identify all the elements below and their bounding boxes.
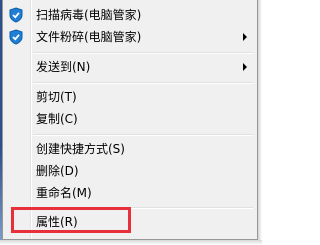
- menu-item-delete[interactable]: 删除(D): [5, 160, 255, 182]
- menu-item-label: 删除(D): [36, 164, 79, 178]
- menu-item-scan-virus[interactable]: 扫描病毒(电脑管家): [5, 4, 255, 26]
- shield-icon: [8, 7, 24, 23]
- menu-separator: [33, 134, 253, 136]
- menu-item-cut[interactable]: 剪切(T): [5, 86, 255, 108]
- menu-separator: [33, 52, 253, 54]
- submenu-arrow-icon: [243, 33, 247, 41]
- menu-item-create-shortcut[interactable]: 创建快捷方式(S): [5, 138, 255, 160]
- menu-item-send-to[interactable]: 发送到(N): [5, 56, 255, 78]
- properties-highlight-box: [11, 207, 131, 233]
- menu-item-label: 扫描病毒(电脑管家): [36, 8, 142, 22]
- menu-item-copy[interactable]: 复制(C): [5, 108, 255, 130]
- menu-item-file-shred[interactable]: 文件粉碎(电脑管家): [5, 26, 255, 48]
- context-menu: 扫描病毒(电脑管家) 文件粉碎(电脑管家) 发送到(N) 剪切(T) 复制(C)…: [2, 0, 258, 240]
- menu-item-label: 剪切(T): [36, 90, 77, 104]
- shield-icon: [8, 29, 24, 45]
- menu-separator: [33, 82, 253, 84]
- menu-item-label: 文件粉碎(电脑管家): [36, 30, 142, 44]
- menu-item-rename[interactable]: 重命名(M): [5, 182, 255, 204]
- menu-item-label: 复制(C): [36, 112, 78, 126]
- menu-item-label: 创建快捷方式(S): [36, 142, 125, 156]
- menu-item-label: 重命名(M): [36, 186, 92, 200]
- menu-shadow-right: [258, 0, 262, 240]
- submenu-arrow-icon: [243, 63, 247, 71]
- menu-shadow-bottom: [0, 240, 262, 245]
- menu-item-label: 发送到(N): [36, 60, 91, 74]
